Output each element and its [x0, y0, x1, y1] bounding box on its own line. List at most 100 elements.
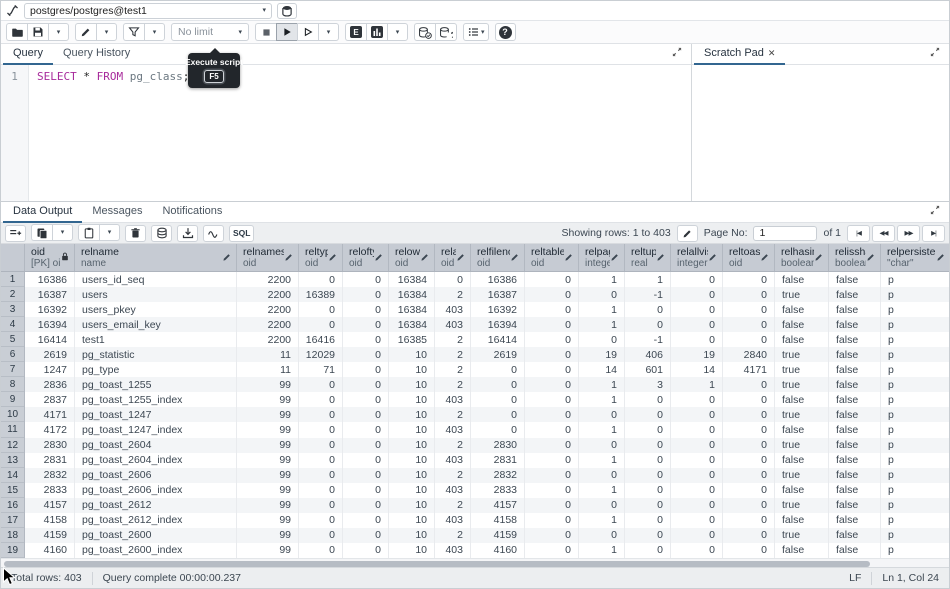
grid-cell-relnamespace[interactable]: 99	[237, 513, 299, 528]
edit-button[interactable]	[75, 23, 96, 41]
grid-cell-reltuples[interactable]: 0	[625, 422, 671, 437]
grid-cell-reltablespace[interactable]: 0	[525, 332, 579, 347]
row-number-cell[interactable]: 12	[1, 438, 25, 453]
grid-cell-reltablespace[interactable]: 0	[525, 543, 579, 558]
grid-cell-relnamespace[interactable]: 99	[237, 468, 299, 483]
grid-cell-relnamespace[interactable]: 99	[237, 377, 299, 392]
grid-cell-relpages[interactable]: 1	[579, 453, 625, 468]
grid-cell-relhasindex[interactable]: true	[775, 528, 829, 543]
grid-cell-relfilenode[interactable]: 16387	[471, 287, 525, 302]
grid-cell-reltuples[interactable]: 0	[625, 317, 671, 332]
row-number-cell[interactable]: 1	[1, 272, 25, 287]
grid-cell-oid[interactable]: 4171	[25, 407, 75, 422]
open-file-button[interactable]	[6, 23, 27, 41]
new-connection-button[interactable]	[277, 3, 297, 19]
sql-editor[interactable]: 1 SELECT * FROM pg_class;	[1, 65, 691, 201]
column-header-relpersistence[interactable]: relpersistence"char"	[881, 244, 949, 271]
grid-cell-reltuples[interactable]: 0	[625, 528, 671, 543]
add-row-button[interactable]	[5, 225, 26, 242]
grid-cell-reloftype[interactable]: 0	[343, 347, 389, 362]
grid-cell-relisshared[interactable]: false	[829, 317, 881, 332]
grid-cell-relam[interactable]: 2	[435, 407, 471, 422]
grid-cell-relpersistence[interactable]: p	[881, 392, 949, 407]
stop-button[interactable]	[255, 23, 276, 41]
grid-cell-reltype[interactable]: 0	[299, 513, 343, 528]
column-header-relowner[interactable]: relowneroid	[389, 244, 435, 271]
grid-cell-relnamespace[interactable]: 99	[237, 438, 299, 453]
row-number-cell[interactable]: 9	[1, 392, 25, 407]
grid-cell-relname[interactable]: users_email_key	[75, 317, 237, 332]
row-number-cell[interactable]: 18	[1, 528, 25, 543]
grid-cell-relallvisible[interactable]: 0	[671, 513, 723, 528]
grid-cell-reltuples[interactable]: 0	[625, 483, 671, 498]
grid-cell-reltype[interactable]: 16389	[299, 287, 343, 302]
next-page-button[interactable]: ▶▶	[897, 225, 920, 242]
explain-options-button[interactable]: ▾	[387, 23, 408, 41]
grid-cell-relallvisible[interactable]: 0	[671, 438, 723, 453]
grid-cell-reloftype[interactable]: 0	[343, 543, 389, 558]
grid-cell-relhasindex[interactable]: false	[775, 302, 829, 317]
explain-button[interactable]: E	[345, 23, 366, 41]
grid-cell-reloftype[interactable]: 0	[343, 392, 389, 407]
grid-cell-relfilenode[interactable]: 2830	[471, 438, 525, 453]
grid-cell-reltoastrelid[interactable]: 0	[723, 392, 775, 407]
grid-cell-relfilenode[interactable]: 2831	[471, 453, 525, 468]
grid-cell-reltoastrelid[interactable]: 0	[723, 543, 775, 558]
grid-cell-reltoastrelid[interactable]: 2840	[723, 347, 775, 362]
execute-options-play-button[interactable]	[297, 23, 318, 41]
grid-cell-oid[interactable]: 1247	[25, 362, 75, 377]
grid-cell-relnamespace[interactable]: 2200	[237, 302, 299, 317]
grid-cell-reltuples[interactable]: 0	[625, 513, 671, 528]
grid-cell-reltoastrelid[interactable]: 0	[723, 498, 775, 513]
grid-cell-reloftype[interactable]: 0	[343, 438, 389, 453]
grid-cell-reltoastrelid[interactable]: 0	[723, 287, 775, 302]
grid-cell-relpersistence[interactable]: p	[881, 498, 949, 513]
grid-cell-relam[interactable]: 2	[435, 362, 471, 377]
grid-cell-reltoastrelid[interactable]: 0	[723, 453, 775, 468]
sql-code-line[interactable]: SELECT * FROM pg_class;	[29, 65, 691, 201]
grid-cell-oid[interactable]: 16392	[25, 302, 75, 317]
grid-cell-relpersistence[interactable]: p	[881, 362, 949, 377]
grid-cell-reltype[interactable]: 0	[299, 392, 343, 407]
grid-cell-relisshared[interactable]: false	[829, 483, 881, 498]
grid-cell-relpersistence[interactable]: p	[881, 317, 949, 332]
download-button[interactable]	[177, 225, 198, 242]
grid-cell-relfilenode[interactable]: 2833	[471, 483, 525, 498]
grid-cell-reloftype[interactable]: 0	[343, 528, 389, 543]
grid-cell-relam[interactable]: 403	[435, 513, 471, 528]
grid-cell-relhasindex[interactable]: false	[775, 483, 829, 498]
grid-cell-relallvisible[interactable]: 0	[671, 468, 723, 483]
grid-cell-relpersistence[interactable]: p	[881, 377, 949, 392]
execute-script-button[interactable]	[276, 23, 297, 41]
row-number-cell[interactable]: 14	[1, 468, 25, 483]
grid-cell-relam[interactable]: 2	[435, 332, 471, 347]
grid-cell-relpersistence[interactable]: p	[881, 513, 949, 528]
grid-cell-relallvisible[interactable]: 0	[671, 407, 723, 422]
column-header-reltoastrelid[interactable]: reltoastrelidoid	[723, 244, 775, 271]
horizontal-scrollbar-thumb[interactable]	[4, 561, 870, 567]
row-number-cell[interactable]: 7	[1, 362, 25, 377]
grid-cell-relpersistence[interactable]: p	[881, 407, 949, 422]
grid-cell-relnamespace[interactable]: 99	[237, 543, 299, 558]
grid-cell-reltablespace[interactable]: 0	[525, 483, 579, 498]
grid-cell-reltablespace[interactable]: 0	[525, 302, 579, 317]
grid-cell-relhasindex[interactable]: true	[775, 377, 829, 392]
grid-cell-relam[interactable]: 2	[435, 347, 471, 362]
grid-cell-relpages[interactable]: 1	[579, 392, 625, 407]
expand-editor-icon[interactable]	[671, 45, 683, 63]
row-number-cell[interactable]: 8	[1, 377, 25, 392]
grid-cell-relowner[interactable]: 16384	[389, 287, 435, 302]
grid-cell-relfilenode[interactable]: 0	[471, 377, 525, 392]
execute-options-button[interactable]: ▾	[318, 23, 339, 41]
paste-options-button[interactable]: ▾	[99, 224, 120, 241]
grid-cell-relisshared[interactable]: false	[829, 543, 881, 558]
page-number-input[interactable]	[753, 226, 817, 241]
grid-cell-reltablespace[interactable]: 0	[525, 377, 579, 392]
grid-cell-relnamespace[interactable]: 2200	[237, 287, 299, 302]
column-header-reltuples[interactable]: reltuplesreal	[625, 244, 671, 271]
grid-cell-relpages[interactable]: 0	[579, 528, 625, 543]
grid-cell-relpages[interactable]: 19	[579, 347, 625, 362]
grid-cell-relam[interactable]: 2	[435, 468, 471, 483]
grid-cell-reltablespace[interactable]: 0	[525, 528, 579, 543]
grid-cell-relhasindex[interactable]: true	[775, 468, 829, 483]
